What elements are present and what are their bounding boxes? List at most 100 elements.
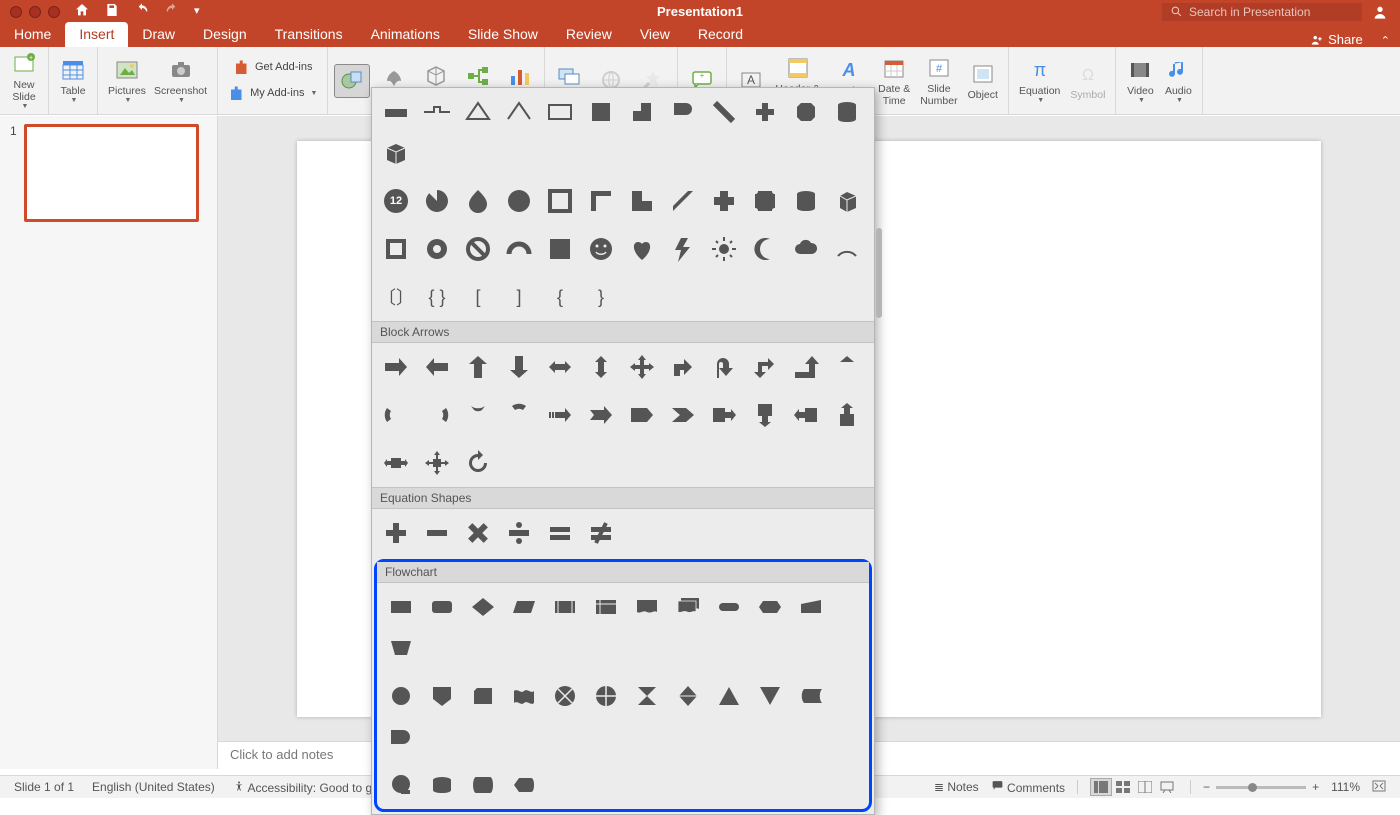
slide-number-button[interactable]: # Slide Number bbox=[916, 52, 961, 109]
tab-transitions[interactable]: Transitions bbox=[261, 22, 357, 47]
tab-animations[interactable]: Animations bbox=[357, 22, 454, 47]
shape-item[interactable] bbox=[663, 92, 703, 132]
shape-plaque[interactable] bbox=[745, 181, 785, 221]
shape-multiply[interactable] bbox=[458, 513, 498, 553]
flowchart-or[interactable] bbox=[586, 676, 626, 716]
shape-double-bracket[interactable]: 〔〕 bbox=[376, 277, 416, 317]
shape-item[interactable] bbox=[786, 92, 826, 132]
tab-design[interactable]: Design bbox=[189, 22, 261, 47]
shape-item[interactable] bbox=[704, 92, 744, 132]
qat-customize-icon[interactable]: ▾ bbox=[194, 4, 210, 20]
close-window-button[interactable] bbox=[10, 6, 22, 18]
shape-right-brace[interactable]: } bbox=[581, 277, 621, 317]
flowchart-collate[interactable] bbox=[627, 676, 667, 716]
get-addins-button[interactable]: Get Add-ins bbox=[224, 57, 321, 79]
tab-record[interactable]: Record bbox=[684, 22, 757, 47]
shape-item[interactable] bbox=[376, 92, 416, 132]
shape-teardrop-icon[interactable] bbox=[458, 181, 498, 221]
shape-up-down-arrow[interactable] bbox=[581, 347, 621, 387]
shape-item[interactable] bbox=[540, 92, 580, 132]
zoom-slider[interactable]: − + bbox=[1203, 780, 1319, 794]
flowchart-merge[interactable] bbox=[750, 676, 790, 716]
shape-down-arrow[interactable] bbox=[499, 347, 539, 387]
ribbon-collapse-button[interactable]: ⌃ bbox=[1371, 34, 1400, 47]
shape-right-callout-arrow[interactable] bbox=[704, 395, 744, 435]
shape-smiley-icon[interactable] bbox=[581, 229, 621, 269]
flowchart-internal-storage[interactable] bbox=[586, 587, 626, 627]
shape-left-up-arrow[interactable] bbox=[745, 347, 785, 387]
shape-cube-icon[interactable] bbox=[827, 181, 867, 221]
shape-bent-up-arrow[interactable] bbox=[786, 347, 826, 387]
shape-left-bracket[interactable]: [ bbox=[458, 277, 498, 317]
my-addins-button[interactable]: My Add-ins▼ bbox=[224, 83, 321, 105]
flowchart-seq-access[interactable] bbox=[381, 765, 421, 805]
shape-donut-icon[interactable] bbox=[417, 229, 457, 269]
user-account-icon[interactable] bbox=[1370, 2, 1390, 22]
flowchart-delay[interactable] bbox=[381, 717, 421, 757]
shape-l-shape[interactable] bbox=[622, 181, 662, 221]
shape-down-callout-arrow[interactable] bbox=[745, 395, 785, 435]
new-slide-button[interactable]: + New Slide▼ bbox=[6, 48, 42, 113]
table-button[interactable]: Table▼ bbox=[55, 54, 91, 107]
shape-bent-arrow[interactable] bbox=[663, 347, 703, 387]
flowchart-direct-access[interactable] bbox=[463, 765, 503, 805]
shape-arc-icon[interactable] bbox=[499, 229, 539, 269]
flowchart-offpage[interactable] bbox=[422, 676, 462, 716]
tab-insert[interactable]: Insert bbox=[65, 22, 128, 47]
shape-item[interactable] bbox=[745, 92, 785, 132]
object-button[interactable]: Object bbox=[964, 58, 1002, 104]
shape-circle-solid[interactable] bbox=[499, 181, 539, 221]
redo-icon[interactable] bbox=[164, 2, 180, 21]
flowchart-manual-op[interactable] bbox=[381, 628, 421, 668]
shape-up-callout-arrow[interactable] bbox=[827, 395, 867, 435]
tab-view[interactable]: View bbox=[626, 22, 684, 47]
shape-notched-arrow[interactable] bbox=[581, 395, 621, 435]
shape-left-callout-arrow[interactable] bbox=[786, 395, 826, 435]
shape-up-arrow[interactable] bbox=[458, 347, 498, 387]
flowchart-alt-process[interactable] bbox=[422, 587, 462, 627]
zoom-out-button[interactable]: − bbox=[1203, 780, 1210, 794]
flowchart-sort[interactable] bbox=[668, 676, 708, 716]
shape-left-brace[interactable]: { bbox=[540, 277, 580, 317]
shape-item[interactable] bbox=[417, 92, 457, 132]
shape-pie[interactable] bbox=[417, 181, 457, 221]
shape-equals[interactable] bbox=[540, 513, 580, 553]
shape-bevel-icon[interactable] bbox=[376, 229, 416, 269]
flowchart-display[interactable] bbox=[504, 765, 544, 805]
shape-curved-right-arrow[interactable] bbox=[376, 395, 416, 435]
flowchart-decision[interactable] bbox=[463, 587, 503, 627]
flowchart-card[interactable] bbox=[463, 676, 503, 716]
flowchart-data[interactable] bbox=[504, 587, 544, 627]
reading-view-button[interactable] bbox=[1134, 778, 1156, 796]
shapes-button[interactable] bbox=[334, 64, 370, 98]
tab-review[interactable]: Review bbox=[552, 22, 626, 47]
shape-sun-icon[interactable] bbox=[704, 229, 744, 269]
shape-plus-icon[interactable] bbox=[704, 181, 744, 221]
gallery-scrollbar[interactable] bbox=[876, 228, 882, 318]
shape-curved-up-arrow[interactable] bbox=[458, 395, 498, 435]
shape-left-right-arrow[interactable] bbox=[540, 347, 580, 387]
flowchart-magnetic-disk[interactable] bbox=[422, 765, 462, 805]
screenshot-button[interactable]: Screenshot▼ bbox=[150, 54, 211, 107]
sorter-view-button[interactable] bbox=[1112, 778, 1134, 796]
shape-chevron-icon[interactable] bbox=[663, 395, 703, 435]
shape-quad-arrow[interactable] bbox=[622, 347, 662, 387]
flowchart-document[interactable] bbox=[627, 587, 667, 627]
shape-striped-arrow[interactable] bbox=[540, 395, 580, 435]
flowchart-summing[interactable] bbox=[545, 676, 585, 716]
shape-minus[interactable] bbox=[417, 513, 457, 553]
shape-lr-callout-arrow[interactable] bbox=[376, 443, 416, 483]
shape-quad-callout-arrow[interactable] bbox=[417, 443, 457, 483]
flowchart-manual-input[interactable] bbox=[791, 587, 831, 627]
notes-toggle[interactable]: ≣ Notes bbox=[934, 780, 979, 794]
shape-item[interactable] bbox=[376, 133, 416, 173]
equation-button[interactable]: π Equation▼ bbox=[1015, 54, 1064, 107]
shape-double-brace[interactable]: { } bbox=[417, 277, 457, 317]
shape-not-equal[interactable] bbox=[581, 513, 621, 553]
flowchart-stored-data[interactable] bbox=[791, 676, 831, 716]
shape-no-symbol-icon[interactable] bbox=[458, 229, 498, 269]
shape-left-arrow[interactable] bbox=[417, 347, 457, 387]
shape-cloud-icon[interactable] bbox=[786, 229, 826, 269]
shape-half-frame[interactable] bbox=[581, 181, 621, 221]
video-button[interactable]: Video▼ bbox=[1122, 54, 1158, 107]
